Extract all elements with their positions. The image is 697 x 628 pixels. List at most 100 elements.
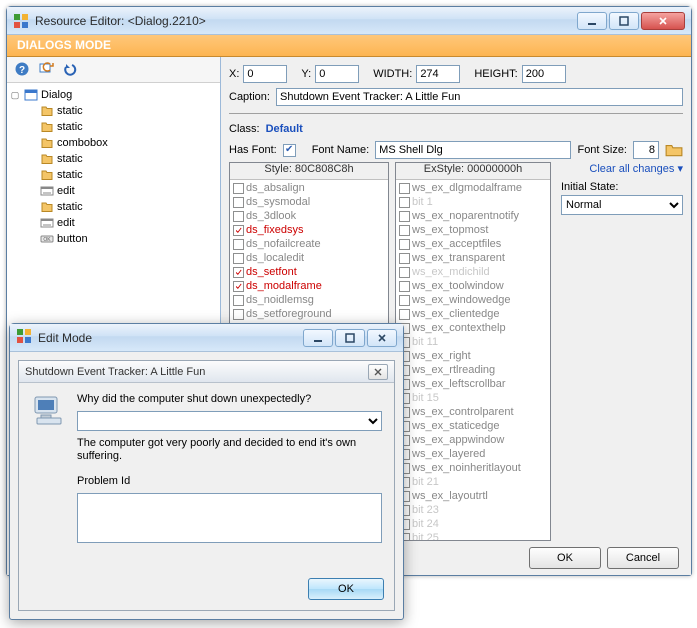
titlebar[interactable]: Resource Editor: <Dialog.2210> [7, 7, 691, 35]
edit-close-button[interactable] [367, 329, 397, 347]
edit-minimize-button[interactable] [303, 329, 333, 347]
checkbox-icon[interactable] [399, 211, 410, 222]
preview-close-button[interactable] [368, 364, 388, 380]
hasfont-checkbox[interactable] [283, 144, 296, 157]
problem-id-input[interactable] [77, 493, 382, 543]
exstyle-list[interactable]: ws_ex_dlgmodalframebit 1ws_ex_noparentno… [396, 181, 550, 540]
preview-ok-button[interactable]: OK [308, 578, 384, 600]
tree-item[interactable]: edit [37, 215, 218, 231]
initial-state-select[interactable]: Normal [561, 195, 683, 215]
clear-changes-link[interactable]: Clear all changes ▾ [561, 162, 683, 175]
exstyle-item[interactable]: ws_ex_dlgmodalframe [396, 181, 550, 195]
caption-input[interactable] [276, 88, 683, 106]
tree-item[interactable]: static [37, 151, 218, 167]
exstyle-item[interactable]: ws_ex_acceptfiles [396, 237, 550, 251]
tree-item[interactable]: static [37, 119, 218, 135]
checkbox-icon[interactable] [399, 239, 410, 250]
checkbox-icon[interactable] [399, 183, 410, 194]
exstyle-item[interactable]: bit 11 [396, 335, 550, 349]
checkbox-icon[interactable] [399, 267, 410, 278]
checkbox-icon[interactable] [233, 253, 244, 264]
style-item[interactable]: ds_modalframe [230, 279, 388, 293]
tree-item[interactable]: OKbutton [37, 231, 218, 247]
exstyle-item[interactable]: bit 15 [396, 391, 550, 405]
exstyle-label: ws_ex_controlparent [412, 406, 514, 418]
edit-mode-titlebar[interactable]: Edit Mode [10, 324, 403, 352]
exstyle-item[interactable]: ws_ex_contexthelp [396, 321, 550, 335]
exstyle-item[interactable]: ws_ex_leftscrollbar [396, 377, 550, 391]
style-item[interactable]: ds_setfont [230, 265, 388, 279]
exstyle-item[interactable]: ws_ex_mdichild [396, 265, 550, 279]
width-input[interactable] [416, 65, 460, 83]
exstyle-item[interactable]: bit 24 [396, 517, 550, 531]
y-input[interactable] [315, 65, 359, 83]
checkbox-icon[interactable] [233, 239, 244, 250]
checkbox-icon[interactable] [233, 281, 244, 292]
exstyle-item[interactable]: bit 23 [396, 503, 550, 517]
tree-item[interactable]: static [37, 199, 218, 215]
tree-root[interactable]: ▢ Dialog [9, 87, 218, 103]
exstyle-item[interactable]: ws_ex_controlparent [396, 405, 550, 419]
exstyle-item[interactable]: ws_ex_topmost [396, 223, 550, 237]
exstyle-item[interactable]: bit 25 [396, 531, 550, 540]
exstyle-item[interactable]: ws_ex_noparentnotify [396, 209, 550, 223]
checkbox-icon[interactable] [233, 267, 244, 278]
style-item[interactable]: ds_localedit [230, 251, 388, 265]
height-input[interactable] [522, 65, 566, 83]
style-item[interactable]: ds_absalign [230, 181, 388, 195]
preview-titlebar[interactable]: Shutdown Event Tracker: A Little Fun [19, 361, 394, 383]
exstyle-item[interactable]: ws_ex_right [396, 349, 550, 363]
close-button[interactable] [641, 12, 685, 30]
exstyle-item[interactable]: ws_ex_toolwindow [396, 279, 550, 293]
exstyle-item[interactable]: ws_ex_transparent [396, 251, 550, 265]
exstyle-item[interactable]: ws_ex_rtlreading [396, 363, 550, 377]
exstyle-item[interactable]: ws_ex_layered [396, 447, 550, 461]
checkbox-icon[interactable] [399, 309, 410, 320]
cancel-button[interactable]: Cancel [607, 547, 679, 569]
exstyle-item[interactable]: ws_ex_clientedge [396, 307, 550, 321]
checkbox-icon[interactable] [233, 211, 244, 222]
checkbox-icon[interactable] [233, 295, 244, 306]
help-icon[interactable]: ? [13, 60, 31, 78]
refresh-icon[interactable] [37, 60, 55, 78]
checkbox-icon[interactable] [399, 281, 410, 292]
class-link[interactable]: Default [266, 123, 303, 135]
style-item[interactable]: ds_fixedsys [230, 223, 388, 237]
exstyle-item[interactable]: bit 21 [396, 475, 550, 489]
fontname-input[interactable] [375, 141, 571, 159]
checkbox-icon[interactable] [233, 197, 244, 208]
exstyle-item[interactable]: ws_ex_layoutrtl [396, 489, 550, 503]
exstyle-item[interactable]: ws_ex_staticedge [396, 419, 550, 433]
style-label: ds_3dlook [246, 210, 296, 222]
open-folder-icon[interactable] [665, 142, 683, 158]
minimize-button[interactable] [577, 12, 607, 30]
checkbox-icon[interactable] [233, 309, 244, 320]
exstyle-item[interactable]: bit 1 [396, 195, 550, 209]
collapse-icon[interactable]: ▢ [9, 90, 21, 101]
undo-icon[interactable] [61, 60, 79, 78]
exstyle-item[interactable]: ws_ex_windowedge [396, 293, 550, 307]
fontsize-input[interactable] [633, 141, 659, 159]
checkbox-icon[interactable] [399, 253, 410, 264]
exstyle-item[interactable]: ws_ex_noinheritlayout [396, 461, 550, 475]
checkbox-icon[interactable] [233, 183, 244, 194]
style-item[interactable]: ds_3dlook [230, 209, 388, 223]
x-input[interactable] [243, 65, 287, 83]
tree-item[interactable]: static [37, 103, 218, 119]
style-item[interactable]: ds_nofailcreate [230, 237, 388, 251]
tree-item[interactable]: edit [37, 183, 218, 199]
checkbox-icon[interactable] [399, 225, 410, 236]
tree-item[interactable]: static [37, 167, 218, 183]
edit-maximize-button[interactable] [335, 329, 365, 347]
checkbox-icon[interactable] [233, 225, 244, 236]
tree-item[interactable]: combobox [37, 135, 218, 151]
reason-combobox[interactable] [77, 411, 382, 431]
exstyle-item[interactable]: ws_ex_appwindow [396, 433, 550, 447]
checkbox-icon[interactable] [399, 295, 410, 306]
checkbox-icon[interactable] [399, 197, 410, 208]
maximize-button[interactable] [609, 12, 639, 30]
style-item[interactable]: ds_noidlemsg [230, 293, 388, 307]
style-item[interactable]: ds_setforeground [230, 307, 388, 321]
style-item[interactable]: ds_sysmodal [230, 195, 388, 209]
ok-button[interactable]: OK [529, 547, 601, 569]
